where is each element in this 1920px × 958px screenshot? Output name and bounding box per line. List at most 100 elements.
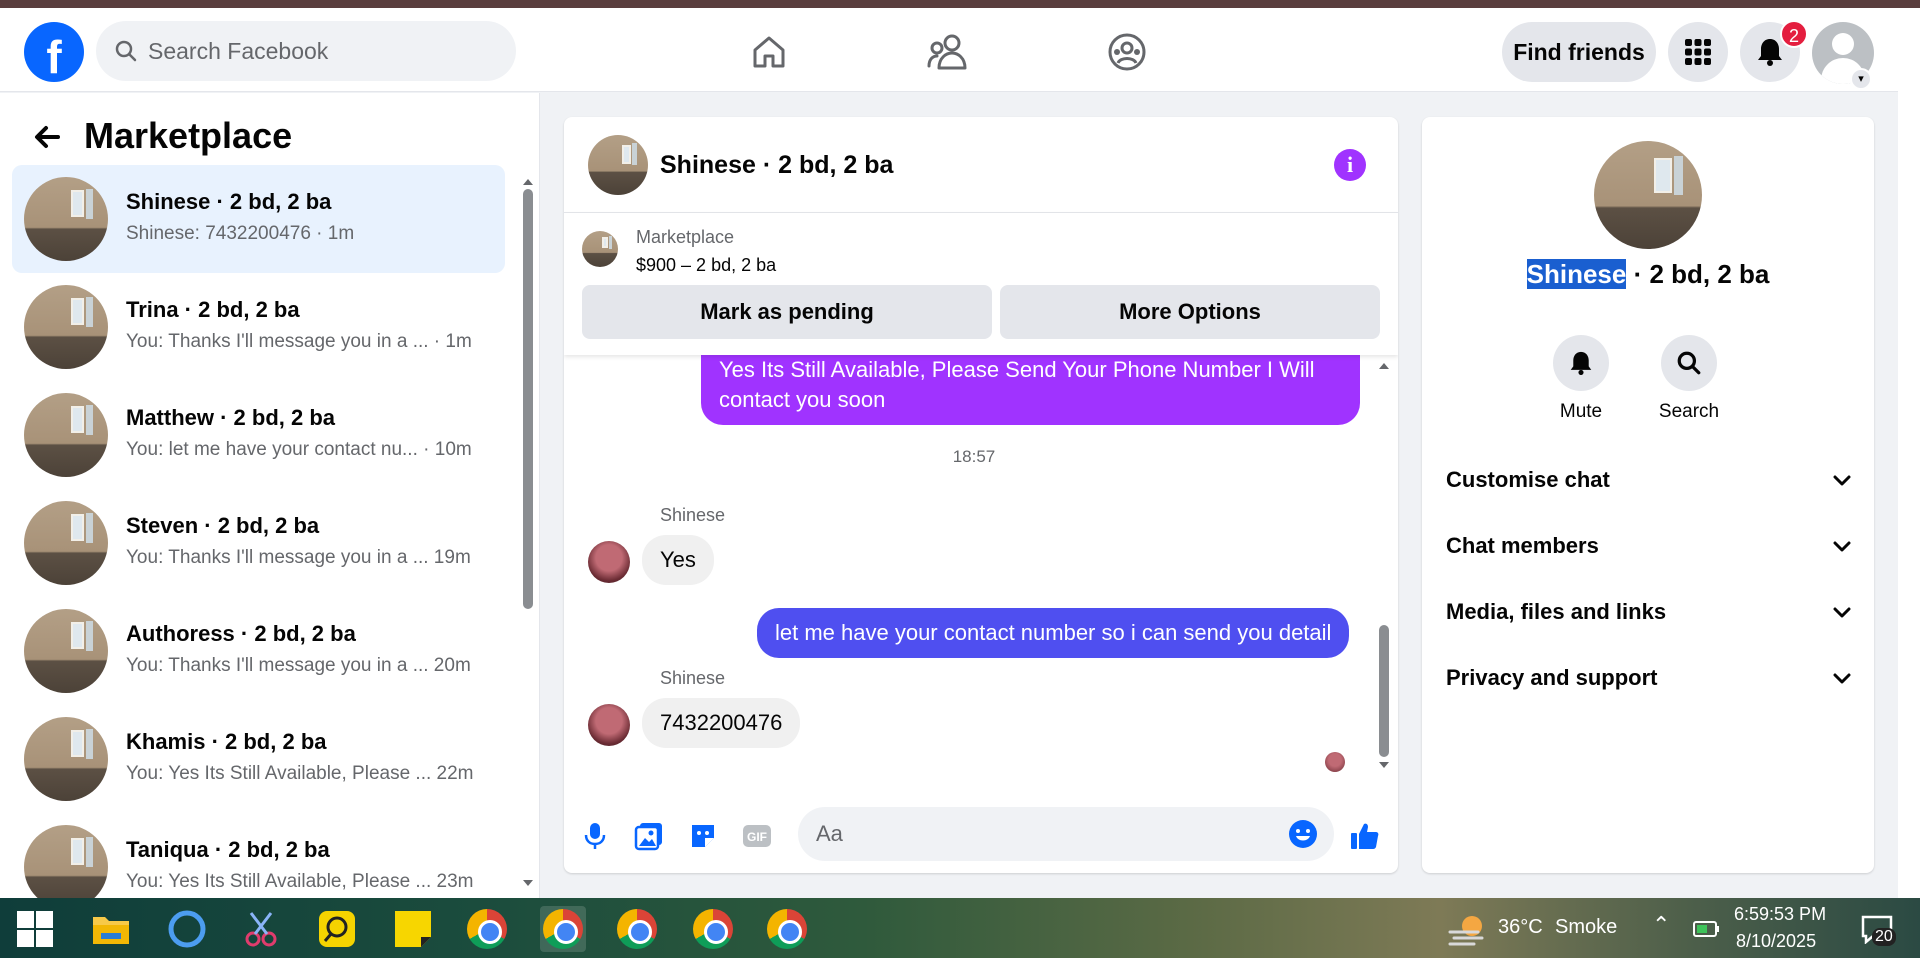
mute-button[interactable]: Mute bbox=[1536, 335, 1626, 423]
search-box[interactable] bbox=[96, 21, 516, 81]
listing-thumbnail bbox=[24, 393, 108, 477]
search-input[interactable] bbox=[148, 21, 498, 81]
page-scrollbar[interactable] bbox=[1898, 8, 1920, 898]
conversation-preview: You: Yes Its Still Available, Please ...… bbox=[126, 763, 474, 784]
photo-gallery-icon[interactable] bbox=[632, 819, 666, 853]
thumbs-up-icon[interactable] bbox=[1348, 819, 1382, 853]
chat-panel: Shinese · 2 bd, 2 ba i Marketplace $900 … bbox=[564, 117, 1398, 873]
notification-count-badge: 2 bbox=[1780, 20, 1808, 48]
chevron-down-icon[interactable]: ▾ bbox=[1850, 68, 1872, 90]
listing-thumbnail[interactable] bbox=[1594, 141, 1702, 249]
conversation-item[interactable]: Khamis · 2 bd, 2 ba You: Yes Its Still A… bbox=[12, 705, 505, 813]
chrome-icon[interactable] bbox=[540, 906, 586, 952]
message-list: Yes Its Still Available, Please Send You… bbox=[564, 355, 1398, 773]
conversation-name: Khamis · 2 bd, 2 ba bbox=[126, 729, 327, 754]
key-app-icon[interactable] bbox=[314, 906, 360, 952]
search-in-chat-button[interactable]: Search bbox=[1644, 335, 1734, 423]
emoji-icon[interactable] bbox=[1288, 819, 1318, 854]
outgoing-message[interactable]: let me have your contact number so i can… bbox=[757, 608, 1350, 658]
menu-grid-icon[interactable] bbox=[1668, 22, 1728, 82]
chevron-down-icon bbox=[1832, 665, 1852, 691]
clock-date[interactable]: 8/10/2025 bbox=[1736, 931, 1816, 952]
chat-details-title: Shinese · 2 bd, 2 ba bbox=[1422, 259, 1874, 290]
listing-price[interactable]: $900 – 2 bd, 2 ba bbox=[636, 255, 776, 276]
chrome-icon[interactable] bbox=[764, 906, 810, 952]
chrome-icon[interactable] bbox=[690, 906, 736, 952]
conversation-name: Authoress · 2 bd, 2 ba bbox=[126, 621, 356, 646]
conversation-item[interactable]: Steven · 2 bd, 2 ba You: Thanks I'll mes… bbox=[12, 489, 505, 597]
conversation-name: Trina · 2 bd, 2 ba bbox=[126, 297, 300, 322]
chrome-icon[interactable] bbox=[614, 906, 660, 952]
snipping-tool-icon[interactable] bbox=[238, 906, 284, 952]
marketplace-conversations-panel: Marketplace Shinese · 2 bd, 2 ba Shinese… bbox=[0, 93, 540, 898]
weather-temperature[interactable]: 36°C bbox=[1498, 916, 1543, 939]
listing-thumbnail bbox=[24, 501, 108, 585]
gif-icon[interactable]: GIF bbox=[740, 819, 774, 853]
home-icon[interactable] bbox=[745, 28, 793, 76]
chevron-down-icon bbox=[1832, 599, 1852, 625]
incoming-message[interactable]: 7432200476 bbox=[642, 698, 801, 748]
search-icon bbox=[114, 39, 138, 68]
chat-title[interactable]: Shinese · 2 bd, 2 ba bbox=[660, 151, 893, 180]
back-arrow-icon[interactable] bbox=[28, 117, 68, 157]
sender-avatar[interactable] bbox=[588, 541, 630, 583]
sender-avatar[interactable] bbox=[588, 704, 630, 746]
windows-start-icon[interactable] bbox=[12, 906, 58, 952]
groups-icon[interactable] bbox=[1103, 28, 1151, 76]
battery-icon[interactable] bbox=[1684, 906, 1730, 952]
file-explorer-icon[interactable] bbox=[88, 906, 134, 952]
search-label: Search bbox=[1658, 401, 1720, 422]
sticker-icon[interactable] bbox=[686, 819, 720, 853]
conversation-preview: You: Yes Its Still Available, Please ...… bbox=[126, 871, 474, 892]
clock-time[interactable]: 6:59:53 PM bbox=[1734, 904, 1826, 925]
find-friends-button[interactable]: Find friends bbox=[1502, 22, 1656, 82]
info-icon[interactable]: i bbox=[1334, 149, 1366, 181]
windows-taskbar: 36°C Smoke ⌃ 6:59:53 PM 8/10/2025 20 bbox=[0, 898, 1920, 958]
message-composer: GIF bbox=[564, 797, 1398, 873]
conversation-item[interactable]: Authoress · 2 bd, 2 ba You: Thanks I'll … bbox=[12, 597, 505, 705]
weather-icon[interactable] bbox=[1444, 906, 1490, 952]
conversation-name: Matthew · 2 bd, 2 ba bbox=[126, 405, 336, 430]
customise-chat-section[interactable]: Customise chat bbox=[1446, 455, 1852, 505]
friends-icon[interactable] bbox=[924, 28, 972, 76]
facebook-logo[interactable]: f bbox=[24, 22, 84, 83]
sticky-notes-icon[interactable] bbox=[390, 906, 436, 952]
marketplace-listing-bar: Marketplace $900 – 2 bd, 2 ba Mark as pe… bbox=[564, 213, 1398, 355]
weather-description[interactable]: Smoke bbox=[1555, 916, 1617, 939]
mute-label: Mute bbox=[1559, 401, 1603, 422]
notification-count-badge: 20 bbox=[1872, 928, 1896, 946]
message-input[interactable] bbox=[816, 807, 1256, 861]
conversation-preview: You: Thanks I'll message you in a ... · … bbox=[126, 331, 472, 352]
sender-name: Shinese bbox=[660, 505, 726, 525]
chat-listing-thumbnail[interactable] bbox=[588, 135, 648, 195]
conversation-item[interactable]: Shinese · 2 bd, 2 ba Shinese: 7432200476… bbox=[12, 165, 505, 273]
chrome-icon[interactable] bbox=[464, 906, 510, 952]
more-options-button[interactable]: More Options bbox=[1000, 285, 1380, 339]
incoming-message[interactable]: Yes bbox=[642, 535, 714, 585]
chat-details-panel: Shinese · 2 bd, 2 ba Mute Search Customi… bbox=[1422, 117, 1874, 873]
conversation-preview: You: Thanks I'll message you in a ... 20… bbox=[126, 655, 471, 676]
mark-as-pending-button[interactable]: Mark as pending bbox=[582, 285, 992, 339]
conversation-item[interactable]: Trina · 2 bd, 2 ba You: Thanks I'll mess… bbox=[12, 273, 505, 381]
chat-members-section[interactable]: Chat members bbox=[1446, 521, 1852, 571]
selected-text: Shinese bbox=[1526, 259, 1627, 289]
conversation-name: Steven · 2 bd, 2 ba bbox=[126, 513, 320, 538]
chevron-up-icon[interactable]: ⌃ bbox=[1652, 912, 1670, 938]
conversation-item[interactable]: Taniqua · 2 bd, 2 ba You: Yes Its Still … bbox=[12, 813, 505, 898]
outgoing-message[interactable]: Yes Its Still Available, Please Send You… bbox=[701, 355, 1360, 425]
scrollbar-thumb[interactable] bbox=[1379, 625, 1389, 757]
search-icon bbox=[1661, 335, 1717, 391]
chat-header: Shinese · 2 bd, 2 ba i bbox=[564, 117, 1398, 213]
listing-thumbnail bbox=[24, 177, 108, 261]
microphone-icon[interactable] bbox=[578, 819, 612, 853]
conversation-name: Shinese · 2 bd, 2 ba bbox=[126, 189, 332, 214]
listing-thumbnail[interactable] bbox=[582, 231, 618, 267]
cortana-icon[interactable] bbox=[164, 906, 210, 952]
privacy-support-section[interactable]: Privacy and support bbox=[1446, 653, 1852, 703]
scrollbar-thumb[interactable] bbox=[523, 189, 533, 609]
conversation-item[interactable]: Matthew · 2 bd, 2 ba You: let me have yo… bbox=[12, 381, 505, 489]
seen-indicator-avatar bbox=[1325, 752, 1345, 772]
page-title: Marketplace bbox=[84, 115, 293, 156]
media-files-links-section[interactable]: Media, files and links bbox=[1446, 587, 1852, 637]
message-input-box[interactable] bbox=[798, 807, 1334, 861]
